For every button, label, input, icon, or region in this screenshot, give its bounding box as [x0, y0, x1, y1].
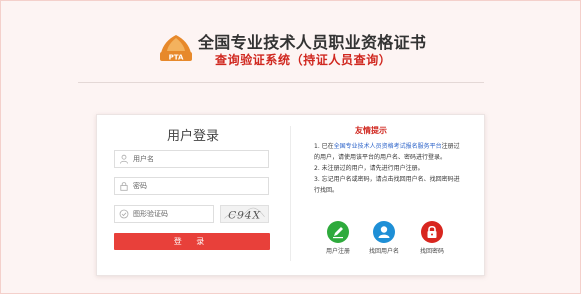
- tip-3: 3. 忘记用户名或密码，请点击找回用户名、找回密码进行找回。: [314, 176, 460, 194]
- logo-text: PTA: [169, 54, 184, 62]
- captcha-text: C94X: [228, 208, 261, 221]
- pta-logo: PTA: [160, 35, 192, 62]
- captcha-field[interactable]: 图形验证码: [114, 205, 214, 223]
- lock-icon: [421, 221, 443, 243]
- header-divider: [78, 82, 484, 83]
- shield-check-icon: [119, 209, 129, 219]
- pencil-icon: [327, 221, 349, 243]
- password-placeholder: 密码: [133, 182, 147, 190]
- recover-password-button[interactable]: 找回密码: [410, 221, 454, 255]
- card-separator: [290, 126, 291, 261]
- register-button[interactable]: 用户注册: [316, 221, 360, 255]
- page-subtitle: 查询验证系统（持证人员查询）: [215, 53, 392, 67]
- tip-2: 2. 未注册过的用户，请先进行用户注册。: [314, 165, 424, 172]
- login-button[interactable]: 登 录: [114, 233, 270, 250]
- username-field[interactable]: 用户名: [114, 150, 269, 168]
- user-outline-icon: [120, 154, 128, 164]
- recover-password-label: 找回密码: [419, 248, 444, 255]
- page-title: 全国专业技术人员职业资格证书: [198, 33, 427, 52]
- registration-platform-link[interactable]: 全国专业技术人员资格考试报名服务平台: [334, 143, 442, 150]
- password-field[interactable]: 密码: [114, 177, 269, 195]
- tip-1: 1. 已在全国专业技术人员资格考试报名服务平台注册过的用户，请使用该平台的用户名…: [314, 143, 460, 161]
- captcha-image[interactable]: C94X: [220, 205, 269, 223]
- username-placeholder: 用户名: [133, 155, 154, 163]
- user-icon: [373, 221, 395, 243]
- tips-text: 1. 已在全国专业技术人员资格考试报名服务平台注册过的用户，请使用该平台的用户名…: [314, 141, 462, 196]
- header: PTA 全国专业技术人员职业资格证书 查询验证系统（持证人员查询）: [0, 0, 581, 82]
- lock-outline-icon: [120, 182, 128, 191]
- register-label: 用户注册: [325, 248, 350, 255]
- tips-title: 友情提示: [355, 126, 387, 135]
- captcha-placeholder: 图形验证码: [133, 210, 168, 218]
- recover-username-button[interactable]: 找回用户名: [362, 221, 406, 255]
- recover-username-label: 找回用户名: [368, 248, 399, 255]
- login-title: 用户登录: [166, 129, 219, 144]
